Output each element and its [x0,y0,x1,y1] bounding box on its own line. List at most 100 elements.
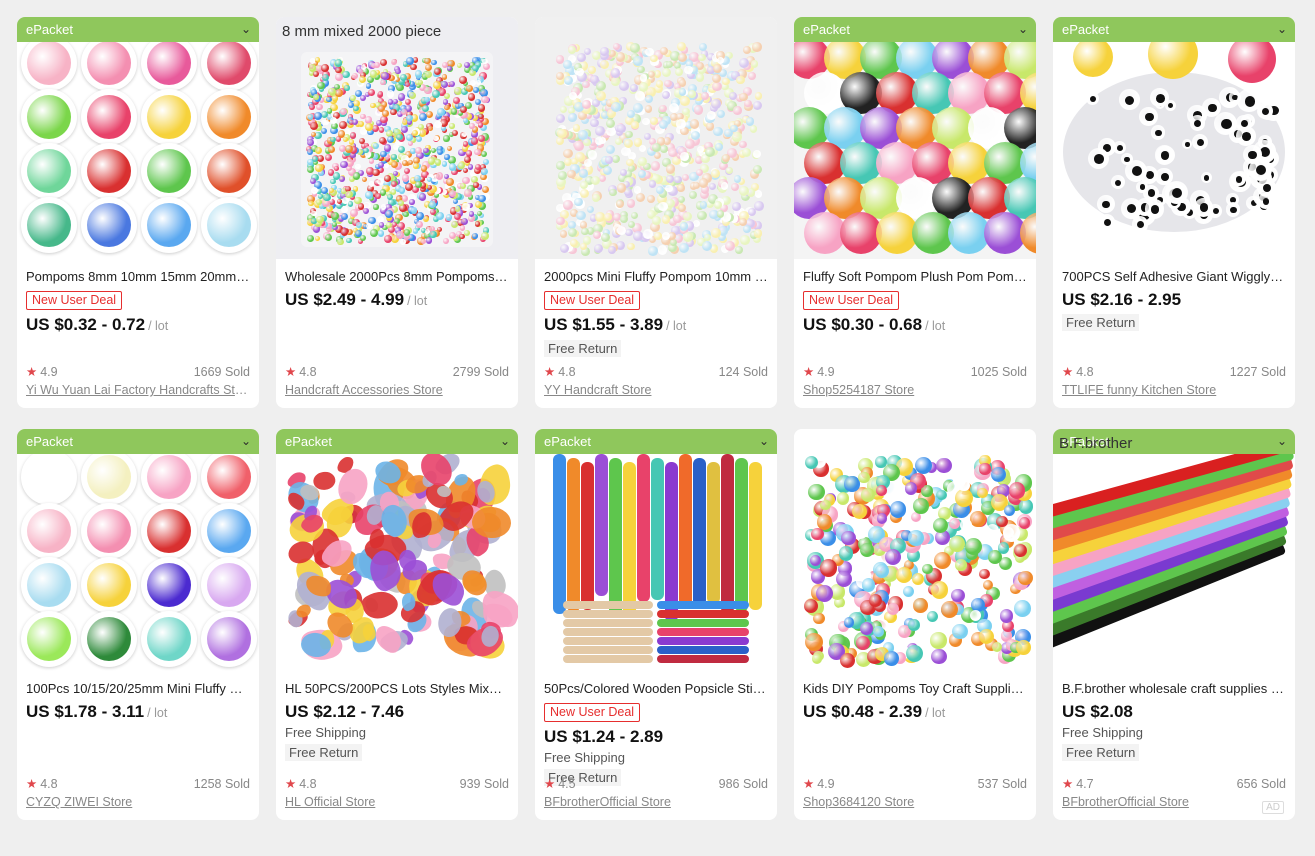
chevron-down-icon[interactable]: ⌄ [241,429,251,454]
product-image[interactable]: ePacket ⌄ [276,429,518,671]
price-value: US $2.49 - 4.99 [285,290,405,309]
chevron-down-icon[interactable]: ⌄ [759,429,769,454]
new-user-deal-badge: New User Deal [544,291,641,310]
product-image[interactable]: ⌄ [794,429,1036,671]
product-image[interactable]: ⌄ [535,17,777,259]
chevron-down-icon[interactable]: ⌄ [1277,429,1287,454]
product-title[interactable]: Pompoms 8mm 10mm 15mm 20mm 25mm 30mm Mix… [26,269,250,285]
pompom-dish [141,449,197,505]
store-link[interactable]: BFbrotherOfficial Store [1062,795,1286,810]
pompom-ball [352,72,359,79]
product-card[interactable]: ePacket ⌄ B.F.brother B.F.brother wholes… [1053,429,1295,820]
pompom-ball [674,175,682,184]
pompom-ball [707,110,717,120]
product-image[interactable]: ⌄ 8 mm mixed 2000 piece [276,17,518,259]
pompom-ball [473,87,479,93]
product-card[interactable]: ePacket ⌄ Fluffy Soft Pompom Plush Pom P… [794,17,1036,408]
store-link[interactable]: TTLIFE funny Kitchen Store [1062,383,1286,398]
pompom-ball [673,214,682,223]
chevron-down-icon[interactable]: ⌄ [241,17,251,42]
product-card[interactable]: ⌄ Kids DIY Pompoms Toy Craft Supplies Mu… [794,429,1036,820]
product-title[interactable]: 100Pcs 10/15/20/25mm Mini Fluffy Soft Po… [26,681,250,697]
product-image[interactable]: ePacket ⌄ B.F.brother [1053,429,1295,671]
product-card[interactable]: ePacket ⌄ Pompoms 8mm 10mm 15mm 20mm 25m… [17,17,259,408]
pompom-ball [679,95,690,106]
pompom-dish [81,89,137,145]
product-price: US $1.55 - 3.89/ lot [544,314,768,337]
pompom-ball [816,514,832,530]
store-link[interactable]: HL Official Store [285,795,509,810]
store-link[interactable]: Shop5254187 Store [803,383,1027,398]
pompom-ball [678,242,689,253]
product-card[interactable]: ePacket ⌄ 700PCS Self Adhesive Giant Wig… [1053,17,1295,408]
pompom-ball [808,483,825,500]
pupil-shape [1139,184,1146,190]
pompom-ball [669,103,680,114]
product-image[interactable]: ePacket ⌄ [1053,17,1295,259]
pompom-ball [590,75,599,85]
pompom-ball [340,228,349,236]
pompom-dish [201,35,257,91]
store-link[interactable]: CYZQ ZIWEI Store [26,795,250,810]
pompom-ball [682,212,692,222]
product-image[interactable]: ePacket ⌄ [17,17,259,259]
pompom-ball [677,184,685,192]
epacket-label: ePacket [1062,22,1109,37]
store-link[interactable]: Handcraft Accessories Store [285,383,509,398]
star-icon: ★ [285,365,297,379]
pompom-ball [375,193,381,199]
product-title[interactable]: 2000pcs Mini Fluffy Pompom 10mm Soft Pom… [544,269,768,285]
store-link[interactable]: YY Handcraft Store [544,383,768,398]
popsicle-stick [609,458,622,618]
pompom-ball [414,181,422,189]
pompom-ball [709,183,717,191]
pompom-ball [401,125,409,133]
pompom-ball [340,160,348,169]
product-title[interactable]: HL 50PCS/200PCS Lots Styles Mixed Glitte… [285,681,509,697]
store-link[interactable]: BFbrotherOfficial Store [544,795,768,810]
pompom-ball [402,160,408,166]
product-card[interactable]: ePacket ⌄ HL 50PCS/200PCS Lots Styles Mi… [276,429,518,820]
pompom-ball [742,147,752,157]
product-card[interactable]: ePacket ⌄ 50Pcs/Colored Wooden Popsicle … [535,429,777,820]
product-image[interactable]: ePacket ⌄ [794,17,1036,259]
product-title[interactable]: B.F.brother wholesale craft supplies che… [1062,681,1286,697]
pompom-ball [858,471,870,483]
popsicle-stick [651,458,664,600]
pompom-ball [590,175,601,186]
pompom-ball [922,563,933,575]
pompom-ball [979,463,991,475]
pompom-ball [605,144,616,155]
epacket-label: ePacket [803,22,850,37]
pompom-ball [368,181,375,187]
product-card[interactable]: ePacket ⌄ 100Pcs 10/15/20/25mm Mini Fluf… [17,429,259,820]
product-price: US $1.78 - 3.11/ lot [26,701,250,724]
pompom-dish [141,89,197,145]
pompom-ball [949,536,965,552]
product-title[interactable]: Fluffy Soft Pompom Plush Pom Poms Ball D… [803,269,1027,285]
pompom-ball [754,92,763,101]
store-link[interactable]: Yi Wu Yuan Lai Factory Handcrafts Store [26,383,250,398]
product-image[interactable]: ePacket ⌄ [17,429,259,671]
pompom-ball [563,148,574,159]
pompom-ball [678,195,686,204]
chevron-down-icon[interactable]: ⌄ [500,429,510,454]
popsicle-stick [595,454,608,596]
pompom-dish [201,449,257,505]
chevron-down-icon[interactable]: ⌄ [1277,17,1287,42]
pompom-ball [408,91,416,99]
chevron-down-icon[interactable]: ⌄ [1018,17,1028,42]
product-title[interactable]: Kids DIY Pompoms Toy Craft Supplies Mult… [803,681,1027,697]
pompom-ball [731,201,741,211]
product-title[interactable]: 700PCS Self Adhesive Giant Wiggly Eyes G… [1062,269,1286,285]
pompom-ball [437,148,444,155]
pompom-ball [659,104,667,113]
product-card[interactable]: ⌄ 2000pcs Mini Fluffy Pompom 10mm Soft P… [535,17,777,408]
store-link[interactable]: Shop3684120 Store [803,795,1027,810]
product-title[interactable]: Wholesale 2000Pcs 8mm Pompoms Mixed Colo… [285,269,509,285]
product-card[interactable]: ⌄ 8 mm mixed 2000 piece Wholesale 2000Pc… [276,17,518,408]
product-title[interactable]: 50Pcs/Colored Wooden Popsicle Sticks Nat… [544,681,768,697]
product-image[interactable]: ePacket ⌄ [535,429,777,671]
pompom-ball [382,110,389,117]
pompom-ball [655,79,664,88]
